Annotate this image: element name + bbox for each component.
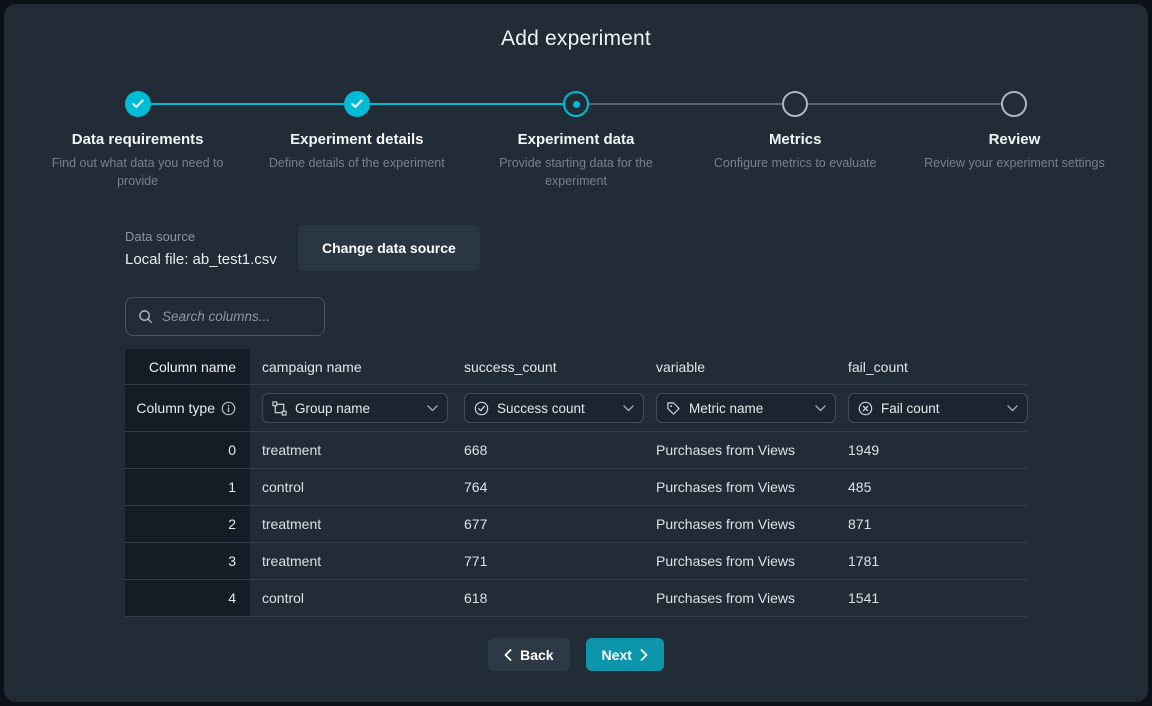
- group-icon: [272, 401, 287, 416]
- column-type-select-metric-name[interactable]: Metric name: [656, 393, 836, 423]
- table-cell: Purchases from Views: [644, 506, 836, 543]
- add-experiment-modal: Add experiment Data requirements Find ou…: [4, 4, 1148, 702]
- check-icon: [350, 97, 364, 111]
- column-header: campaign name: [250, 349, 452, 385]
- tag-icon: [666, 401, 681, 416]
- step-label: Experiment data: [518, 131, 635, 148]
- table-cell: 871: [836, 506, 1028, 543]
- step-description: Define details of the experiment: [269, 154, 445, 172]
- columns-table: Column name campaign name success_count …: [125, 349, 1028, 617]
- table-cell: treatment: [250, 432, 452, 469]
- step-description: Find out what data you need to provide: [40, 154, 236, 190]
- row-index: 3: [125, 543, 250, 580]
- column-type-label: Column type: [136, 400, 215, 416]
- column-type-select-group-name[interactable]: Group name: [262, 393, 448, 423]
- step-label: Metrics: [769, 131, 822, 148]
- check-icon: [131, 97, 145, 111]
- current-step-dot: [573, 101, 580, 108]
- step-description: Configure metrics to evaluate: [714, 154, 877, 172]
- table-cell: 485: [836, 469, 1028, 506]
- column-type-select-fail-count[interactable]: Fail count: [848, 393, 1028, 423]
- back-button[interactable]: Back: [488, 638, 569, 671]
- search-icon: [138, 309, 153, 324]
- table-cell: 764: [452, 469, 644, 506]
- table-cell: treatment: [250, 506, 452, 543]
- step-label: Data requirements: [72, 131, 204, 148]
- table-cell: control: [250, 580, 452, 617]
- step-description: Review your experiment settings: [924, 154, 1105, 172]
- table-cell: 618: [452, 580, 644, 617]
- stepper-step-review: Review Review your experiment settings: [905, 91, 1124, 190]
- step-circle-upcoming[interactable]: [1001, 91, 1027, 117]
- stepper-step-experiment-details: Experiment details Define details of the…: [247, 91, 466, 190]
- step-circle-upcoming[interactable]: [782, 91, 808, 117]
- change-data-source-button[interactable]: Change data source: [298, 225, 480, 271]
- table-corner-header: Column name: [125, 349, 250, 385]
- stepper-step-experiment-data: Experiment data Provide starting data fo…: [466, 91, 685, 190]
- table-cell: Purchases from Views: [644, 580, 836, 617]
- search-columns-box: [125, 297, 325, 336]
- table-cell: 1949: [836, 432, 1028, 469]
- table-cell: Purchases from Views: [644, 543, 836, 580]
- column-type-row-header: Column type: [125, 385, 250, 432]
- step-description: Provide starting data for the experiment: [478, 154, 674, 190]
- wizard-footer: Back Next: [4, 638, 1148, 671]
- table-cell: 1781: [836, 543, 1028, 580]
- column-header: success_count: [452, 349, 644, 385]
- data-source-section: Data source Local file: ab_test1.csv Cha…: [125, 225, 480, 271]
- chevron-left-icon: [504, 649, 512, 661]
- search-columns-input[interactable]: [162, 309, 312, 324]
- table-cell: control: [250, 469, 452, 506]
- chevron-right-icon: [640, 649, 648, 661]
- next-button[interactable]: Next: [586, 638, 664, 671]
- chevron-down-icon: [815, 405, 826, 412]
- step-circle-complete[interactable]: [344, 91, 370, 117]
- row-index: 2: [125, 506, 250, 543]
- table-cell: Purchases from Views: [644, 469, 836, 506]
- row-index: 0: [125, 432, 250, 469]
- column-header: fail_count: [836, 349, 1028, 385]
- stepper-step-metrics: Metrics Configure metrics to evaluate: [686, 91, 905, 190]
- chevron-down-icon: [427, 405, 438, 412]
- table-cell: 771: [452, 543, 644, 580]
- data-source-value: Local file: ab_test1.csv: [125, 251, 298, 268]
- info-icon[interactable]: [221, 401, 236, 416]
- row-index: 4: [125, 580, 250, 617]
- stepper-step-data-requirements: Data requirements Find out what data you…: [28, 91, 247, 190]
- column-type-select-success-count[interactable]: Success count: [464, 393, 644, 423]
- step-circle-current[interactable]: [563, 91, 589, 117]
- table-cell: 677: [452, 506, 644, 543]
- page-title: Add experiment: [4, 27, 1148, 51]
- x-circle-icon: [858, 401, 873, 416]
- data-source-label: Data source: [125, 229, 298, 244]
- column-header: variable: [644, 349, 836, 385]
- table-cell: 668: [452, 432, 644, 469]
- stepper: Data requirements Find out what data you…: [28, 91, 1124, 190]
- step-label: Review: [989, 131, 1041, 148]
- table-cell: Purchases from Views: [644, 432, 836, 469]
- step-label: Experiment details: [290, 131, 423, 148]
- table-cell: treatment: [250, 543, 452, 580]
- chevron-down-icon: [623, 405, 634, 412]
- check-circle-icon: [474, 401, 489, 416]
- row-index: 1: [125, 469, 250, 506]
- chevron-down-icon: [1007, 405, 1018, 412]
- step-circle-complete[interactable]: [125, 91, 151, 117]
- table-cell: 1541: [836, 580, 1028, 617]
